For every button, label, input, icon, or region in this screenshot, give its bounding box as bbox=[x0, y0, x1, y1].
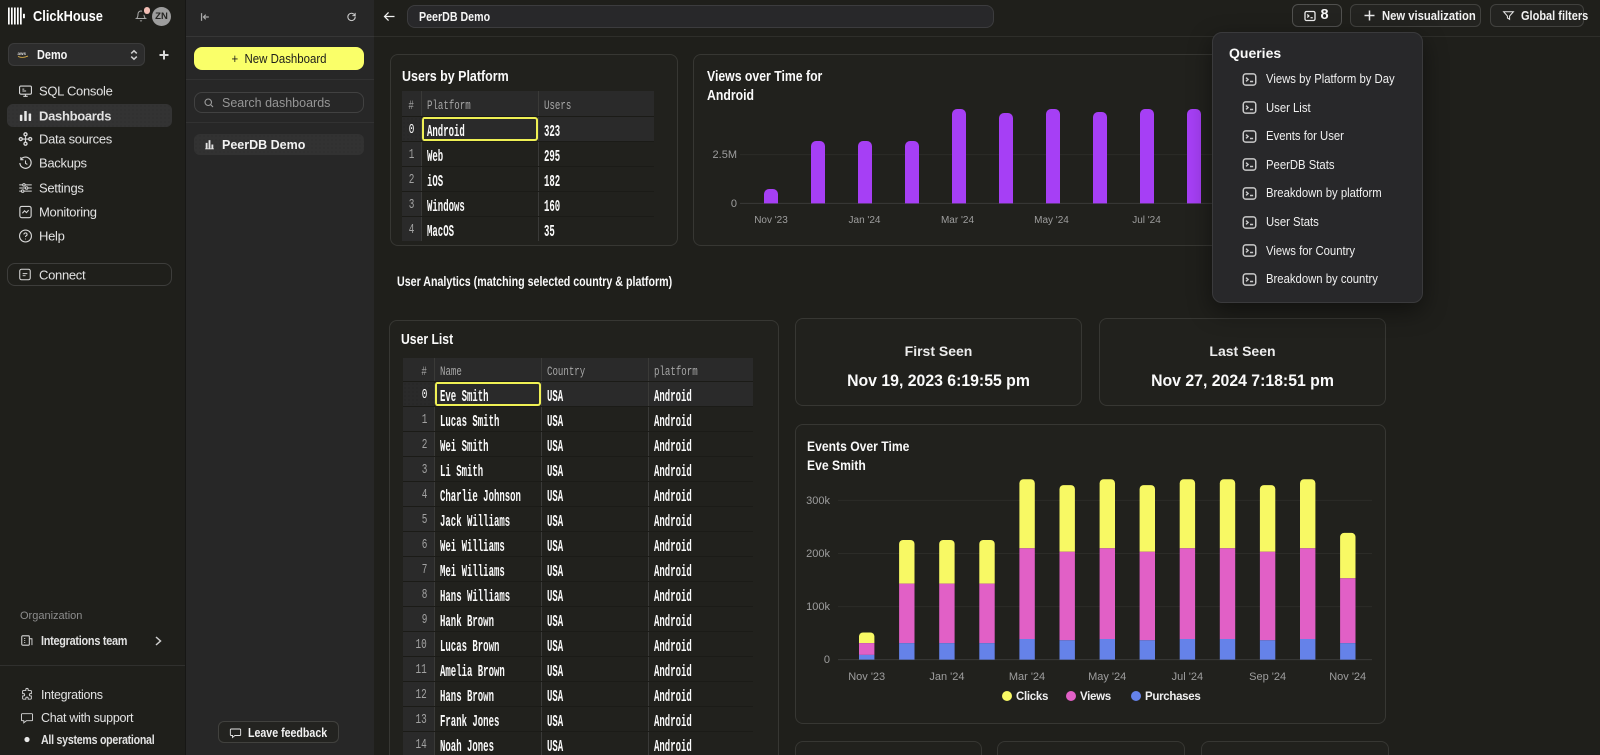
svg-text:Nov '23: Nov '23 bbox=[848, 671, 885, 683]
svg-text:100k: 100k bbox=[806, 601, 830, 613]
svg-text:0: 0 bbox=[731, 198, 737, 210]
svg-text:Purchases: Purchases bbox=[1145, 691, 1200, 703]
svg-text:Clicks: Clicks bbox=[1016, 691, 1048, 703]
svg-text:Mar '24: Mar '24 bbox=[1009, 671, 1045, 683]
svg-text:May '24: May '24 bbox=[1088, 671, 1126, 683]
svg-text:May '24: May '24 bbox=[1034, 215, 1069, 226]
svg-text:Jul '24: Jul '24 bbox=[1172, 671, 1203, 683]
svg-text:200k: 200k bbox=[806, 548, 830, 560]
svg-text:Views: Views bbox=[1080, 691, 1111, 703]
svg-text:Jan '24: Jan '24 bbox=[929, 671, 964, 683]
svg-text:2.5M: 2.5M bbox=[713, 149, 737, 161]
svg-text:300k: 300k bbox=[806, 495, 830, 507]
svg-text:0: 0 bbox=[824, 654, 830, 666]
svg-text:Nov '23: Nov '23 bbox=[754, 215, 788, 226]
svg-text:Jul '24: Jul '24 bbox=[1132, 215, 1161, 226]
svg-text:Mar '24: Mar '24 bbox=[941, 215, 974, 226]
svg-text:aws: aws bbox=[18, 51, 27, 56]
svg-text:Nov '24: Nov '24 bbox=[1329, 671, 1366, 683]
svg-text:Sep '24: Sep '24 bbox=[1249, 671, 1286, 683]
svg-text:Jan '24: Jan '24 bbox=[849, 215, 881, 226]
